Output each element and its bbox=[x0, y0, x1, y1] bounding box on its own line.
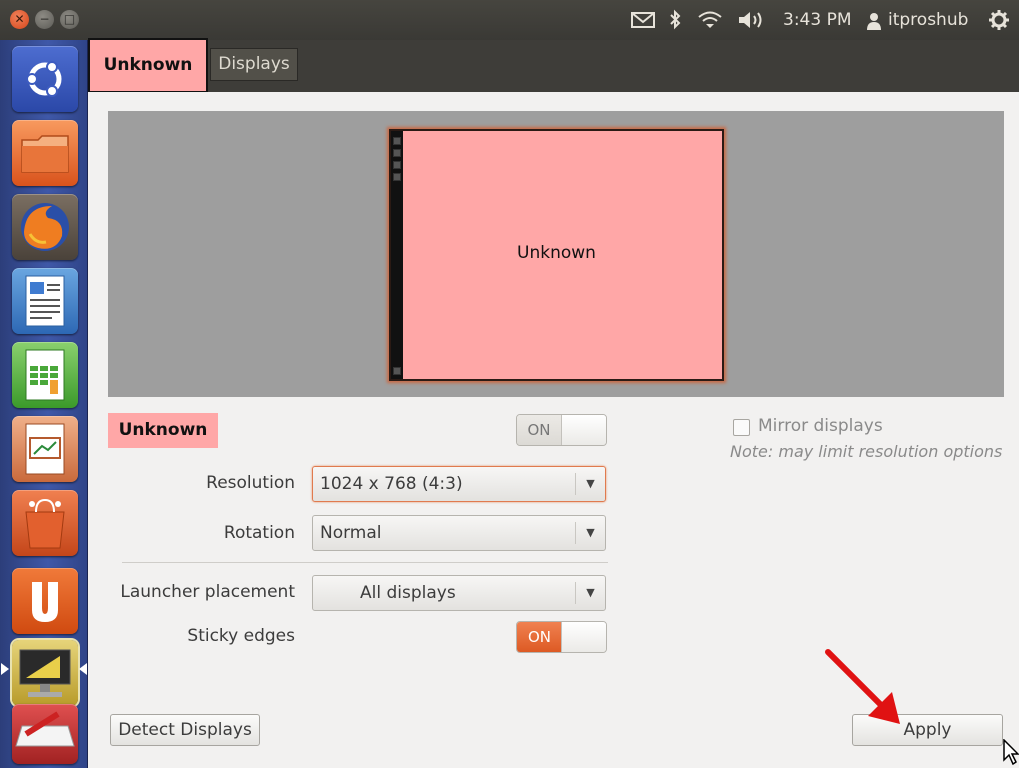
monitor-preview-label: Unknown bbox=[517, 243, 596, 263]
volume-icon[interactable] bbox=[737, 8, 765, 32]
launcher-placement-select[interactable]: All displays ▼ bbox=[312, 575, 606, 611]
launcher-placement-value: All displays bbox=[360, 583, 456, 603]
rotation-select[interactable]: Normal ▼ bbox=[312, 515, 606, 551]
ubuntu-one-icon[interactable] bbox=[12, 568, 78, 634]
window-close-button[interactable]: ✕ bbox=[10, 10, 29, 29]
gear-icon[interactable] bbox=[988, 8, 1010, 32]
focused-app-indicator-icon bbox=[79, 663, 87, 675]
active-app-indicator-icon bbox=[1, 663, 9, 675]
system-settings-icon[interactable] bbox=[12, 640, 78, 706]
chevron-down-icon: ▼ bbox=[575, 522, 605, 544]
resolution-select[interactable]: 1024 x 768 (4:3) ▼ bbox=[312, 466, 606, 502]
detect-displays-button[interactable]: Detect Displays bbox=[110, 714, 260, 746]
mail-icon[interactable] bbox=[630, 8, 656, 32]
sticky-toggle-label: ON bbox=[517, 622, 562, 652]
monitor-toggle-knob[interactable] bbox=[561, 415, 606, 445]
wifi-icon[interactable] bbox=[697, 8, 723, 32]
writer-icon[interactable] bbox=[12, 268, 78, 334]
bluetooth-icon[interactable] bbox=[668, 8, 682, 32]
sticky-toggle-knob[interactable] bbox=[561, 622, 606, 652]
files-icon[interactable] bbox=[12, 120, 78, 186]
user-icon[interactable] bbox=[866, 12, 882, 30]
tab-displays[interactable]: Displays bbox=[210, 48, 298, 81]
sticky-edges-toggle[interactable]: ON bbox=[516, 621, 607, 653]
workspace-icon[interactable] bbox=[12, 704, 78, 764]
firefox-icon[interactable] bbox=[12, 194, 78, 260]
mirror-note: Note: may limit resolution options bbox=[730, 442, 1003, 461]
chevron-down-icon: ▼ bbox=[575, 473, 605, 495]
resolution-value: 1024 x 768 (4:3) bbox=[320, 474, 463, 494]
red-arrow-annotation-icon bbox=[825, 649, 900, 724]
monitor-toggle-label: ON bbox=[517, 415, 562, 445]
clock[interactable]: 3:43 PM bbox=[783, 8, 852, 32]
chevron-down-icon: ▼ bbox=[575, 582, 605, 604]
rotation-label: Rotation bbox=[223, 523, 295, 543]
sticky-edges-label: Sticky edges bbox=[187, 626, 295, 646]
launcher bbox=[0, 40, 88, 768]
user-menu[interactable]: itproshub bbox=[888, 8, 968, 32]
mirror-displays-label[interactable]: Mirror displays bbox=[758, 416, 883, 436]
mirror-displays-checkbox[interactable] bbox=[733, 419, 750, 436]
tab-unknown[interactable]: Unknown bbox=[88, 38, 208, 93]
launcher-placement-label: Launcher placement bbox=[120, 582, 295, 602]
impress-icon[interactable] bbox=[12, 416, 78, 482]
monitor-on-toggle[interactable]: ON bbox=[516, 414, 607, 446]
monitor-preview[interactable]: Unknown bbox=[389, 129, 724, 381]
window-minimize-button[interactable]: − bbox=[35, 10, 54, 29]
mouse-cursor-icon bbox=[1003, 739, 1019, 765]
calc-icon[interactable] bbox=[12, 342, 78, 408]
rotation-value: Normal bbox=[320, 523, 382, 543]
divider bbox=[122, 562, 608, 563]
ubuntu-dash-icon[interactable] bbox=[12, 46, 78, 112]
resolution-label: Resolution bbox=[206, 473, 295, 493]
window-maximize-button[interactable]: □ bbox=[60, 10, 79, 29]
software-center-icon[interactable] bbox=[12, 490, 78, 556]
display-name-label: Unknown bbox=[108, 413, 218, 448]
top-panel: ✕ − □ 3:43 PM itproshub bbox=[0, 0, 1019, 40]
